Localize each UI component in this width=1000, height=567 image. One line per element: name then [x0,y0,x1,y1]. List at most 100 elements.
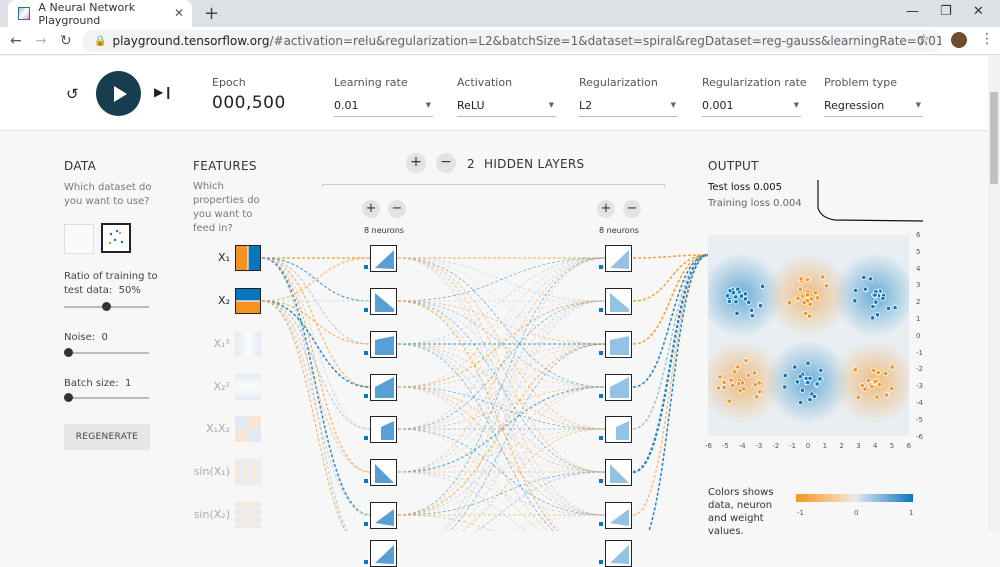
l2-neuron[interactable] [605,331,632,358]
data-point [739,380,746,386]
layer2-add-neuron-button[interactable]: + [597,200,615,218]
data-point [807,375,813,381]
bias-marker [599,351,603,355]
y-tick-label: 0 [916,331,921,340]
weight-link[interactable] [397,471,605,531]
weight-link[interactable] [261,257,371,473]
l1-neuron[interactable] [370,540,397,567]
weight-link[interactable] [398,343,606,531]
data-point [872,378,879,385]
weight-link[interactable] [632,254,709,302]
weight-link[interactable] [632,253,709,474]
data-point [743,358,749,364]
weight-link[interactable] [261,300,371,473]
l2-neuron[interactable] [605,245,632,272]
data-point [726,398,732,404]
l1-neuron[interactable] [370,245,397,272]
bias-marker [599,436,603,440]
l1-neuron[interactable] [370,416,397,443]
l2-neuron[interactable] [605,416,632,443]
data-point [745,372,752,379]
weight-link[interactable] [261,257,371,388]
data-point [885,305,892,312]
weight-link[interactable] [397,257,606,473]
bias-marker [599,522,603,526]
data-point [801,300,807,306]
data-point [865,377,872,384]
color-legend-text: Colors shows data, neuron and weight val… [708,487,774,537]
l2-neuron[interactable] [605,502,632,529]
data-point [874,394,880,400]
data-point [735,364,741,370]
layer1-remove-neuron-button[interactable]: − [388,200,406,218]
test-loss: Test loss 0.005 [708,182,782,193]
x-tick-label: -2 [772,442,780,450]
data-point [805,277,811,283]
heatmap-region [833,253,909,337]
legend-tick-max: 1 [909,509,914,517]
data-point [754,394,760,400]
data-point [797,286,803,292]
data-point [859,383,865,389]
x-tick-label: -6 [705,442,712,450]
weight-link[interactable] [261,300,370,531]
weight-link[interactable] [397,257,605,531]
data-point [872,292,878,298]
data-point [862,286,868,292]
layer2-neuron-count: 8 neurons [599,226,639,235]
layer2-remove-neuron-button[interactable]: − [623,200,641,218]
l1-neuron[interactable] [370,502,397,529]
y-tick-label: 4 [916,264,921,273]
bias-marker [364,351,368,355]
data-point [819,274,826,280]
bias-marker [599,394,603,398]
y-tick-label: 5 [916,247,921,256]
weight-link[interactable] [397,343,605,531]
l1-neuron[interactable] [370,459,397,486]
data-point [869,384,875,390]
data-point [805,379,811,386]
weight-link[interactable] [633,254,709,531]
bias-marker [599,265,603,269]
x-tick-label: 1 [822,442,828,450]
l2-neuron[interactable] [605,288,632,315]
data-point [797,373,803,380]
l2-neuron[interactable] [605,459,632,486]
data-point [873,299,879,305]
weight-link[interactable] [261,300,371,516]
data-point [874,312,881,318]
weight-link[interactable] [632,254,709,430]
data-point [799,387,806,393]
weight-link[interactable] [397,300,606,516]
data-point [735,286,741,292]
weight-link[interactable] [397,300,605,531]
layer1-add-neuron-button[interactable]: + [362,200,380,218]
data-point [795,295,801,301]
data-point [715,385,722,391]
weight-link[interactable] [397,300,606,473]
data-point [797,399,804,406]
data-point [757,389,763,395]
x-tick-label: 2 [839,442,844,450]
weight-link[interactable] [398,514,606,531]
weight-link[interactable] [397,257,606,388]
add-layer-button[interactable]: + [406,153,426,173]
weight-link[interactable] [398,300,606,531]
data-point [823,283,830,289]
color-legend-bar [796,494,913,502]
data-point [798,276,804,282]
l1-neuron[interactable] [370,374,397,401]
data-point [728,377,734,383]
l1-neuron[interactable] [370,288,397,315]
l2-neuron[interactable] [605,540,632,567]
weight-link[interactable] [398,257,606,531]
remove-layer-button[interactable]: − [436,153,456,173]
weight-link[interactable] [261,300,371,388]
data-point [807,301,813,307]
output-heatmap-svg [708,253,909,424]
l2-neuron[interactable] [605,374,632,401]
weight-link[interactable] [632,254,709,516]
weight-link[interactable] [398,471,606,531]
l1-neuron[interactable] [370,331,397,358]
weight-link[interactable] [397,514,605,531]
